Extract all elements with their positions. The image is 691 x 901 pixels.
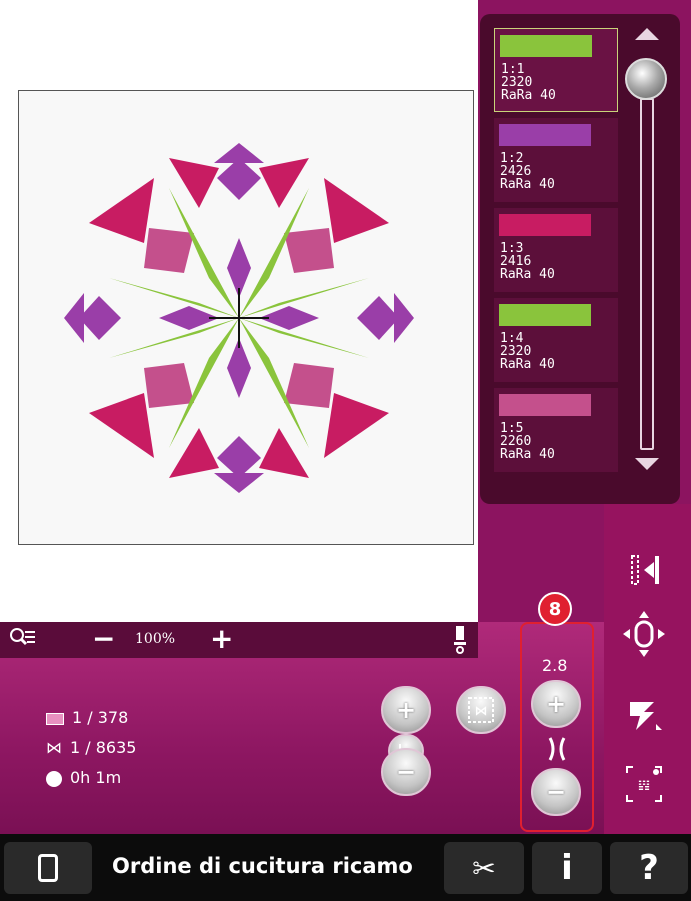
info-button[interactable]: i bbox=[532, 842, 602, 894]
thread-swatch bbox=[499, 124, 591, 146]
thread-item[interactable]: 1:1 2320 RaRa 40 bbox=[494, 28, 618, 112]
thread-brand: RaRa 40 bbox=[500, 447, 555, 462]
tools-icon: ✂ bbox=[472, 851, 496, 885]
spacing-icon bbox=[544, 736, 570, 762]
zoom-out-button[interactable]: − bbox=[92, 624, 115, 654]
stepper-value: 2.8 bbox=[542, 656, 568, 675]
stitch-count: 1 / 8635 bbox=[70, 738, 137, 757]
stitch-forward-button[interactable]: + bbox=[381, 686, 431, 734]
embroidery-design bbox=[64, 143, 414, 493]
svg-text:𝍒: 𝍒 bbox=[638, 778, 651, 794]
settings-button[interactable]: ✂ bbox=[444, 842, 524, 894]
align-icon[interactable] bbox=[618, 544, 670, 596]
callout-number: 8 bbox=[538, 592, 572, 626]
scrollbar-track[interactable] bbox=[640, 98, 654, 450]
design-select-button[interactable]: ⋈ bbox=[456, 686, 506, 734]
hoop-icon[interactable] bbox=[452, 626, 470, 654]
rectangle-icon bbox=[38, 854, 58, 882]
select-design-icon[interactable]: 𝍒 bbox=[618, 758, 670, 810]
zoom-in-button[interactable]: + bbox=[210, 624, 233, 654]
scroll-up-icon[interactable] bbox=[635, 28, 659, 40]
stepper-minus-button[interactable]: − bbox=[531, 768, 581, 816]
clock-icon bbox=[46, 770, 62, 787]
butterfly-frame-icon: ⋈ bbox=[468, 697, 494, 723]
screen-title: Ordine di cucitura ricamo bbox=[112, 854, 413, 878]
scrollbar-thumb[interactable] bbox=[625, 58, 667, 100]
thread-brand: RaRa 40 bbox=[500, 357, 555, 372]
embroidery-hoop[interactable] bbox=[18, 90, 474, 545]
thread-item[interactable]: 1:3 2416 RaRa 40 bbox=[494, 208, 618, 292]
thread-brand: RaRa 40 bbox=[500, 177, 555, 192]
zoom-bar: − 100% + bbox=[0, 622, 478, 658]
butterfly-icon: ⋈ bbox=[46, 738, 62, 757]
thread-brand: RaRa 40 bbox=[501, 88, 556, 103]
thread-swatch bbox=[500, 35, 592, 57]
thread-item[interactable]: 1:4 2320 RaRa 40 bbox=[494, 298, 618, 382]
corner-select-icon[interactable] bbox=[618, 690, 670, 742]
bottom-bar: Ordine di cucitura ricamo ✂ i ? bbox=[0, 834, 691, 901]
color-block-icon bbox=[46, 712, 64, 725]
thread-item[interactable]: 1:2 2426 RaRa 40 bbox=[494, 118, 618, 202]
thread-brand: RaRa 40 bbox=[500, 267, 555, 282]
move-icon[interactable] bbox=[618, 608, 670, 660]
color-block-count: 1 / 378 bbox=[72, 708, 129, 727]
thread-swatch bbox=[499, 394, 591, 416]
zoom-options-icon[interactable] bbox=[8, 626, 36, 654]
help-button[interactable]: ? bbox=[610, 842, 688, 894]
view-toggle-button[interactable] bbox=[4, 842, 92, 894]
stepper-plus-button[interactable]: + bbox=[531, 680, 581, 728]
scroll-down-icon[interactable] bbox=[635, 458, 659, 470]
sewing-time: 0h 1m bbox=[70, 768, 122, 787]
stitch-back-button[interactable]: − bbox=[381, 748, 431, 796]
svg-text:⋈: ⋈ bbox=[475, 704, 488, 719]
zoom-level: 100% bbox=[135, 631, 176, 647]
thread-swatch bbox=[499, 214, 591, 236]
thread-swatch bbox=[499, 304, 591, 326]
thread-item[interactable]: 1:5 2260 RaRa 40 bbox=[494, 388, 618, 472]
